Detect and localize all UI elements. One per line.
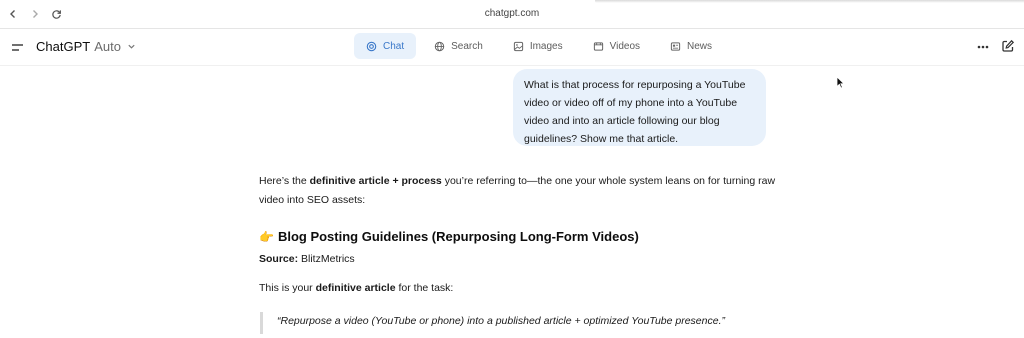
source-value: BlitzMetrics <box>301 253 355 265</box>
window-edge <box>595 0 1024 3</box>
source-line: Source: BlitzMetrics <box>259 253 355 265</box>
chevron-down-icon <box>127 44 135 49</box>
intro-bold: definitive article + process <box>309 175 442 187</box>
model-label: Auto <box>94 39 121 54</box>
new-chat-button[interactable] <box>1001 39 1015 53</box>
edit-icon <box>1002 39 1015 52</box>
video-icon <box>593 41 603 51</box>
browser-toolbar: chatgpt.com <box>0 0 1024 29</box>
globe-icon <box>434 41 445 51</box>
tab-news[interactable]: News <box>658 33 724 59</box>
tab-label: News <box>687 40 713 52</box>
chat-icon <box>366 41 377 51</box>
image-icon <box>513 41 523 51</box>
tab-label: Search <box>451 40 483 52</box>
more-options-button[interactable] <box>976 40 990 54</box>
blockquote: “Repurpose a video (YouTube or phone) in… <box>260 312 725 334</box>
tab-videos[interactable]: Videos <box>581 33 652 59</box>
tab-label: Videos <box>609 40 641 52</box>
mode-tabs: Chat Search Images Videos News <box>354 33 730 59</box>
news-icon <box>670 41 681 51</box>
para-text: This is your <box>259 282 316 294</box>
answer-paragraph: This is your definitive article for the … <box>259 282 453 294</box>
more-icon <box>977 45 989 49</box>
user-message-bubble: What is that process for repurposing a Y… <box>513 69 766 146</box>
para-text-rest: for the task: <box>395 282 454 294</box>
model-selector[interactable]: ChatGPT Auto <box>36 39 136 54</box>
pointing-hand-icon: 👉 <box>259 229 274 244</box>
tab-label: Chat <box>383 40 405 52</box>
user-message-text: What is that process for repurposing a Y… <box>524 79 746 145</box>
section-heading: 👉 Blog Posting Guidelines (Repurposing L… <box>259 229 639 244</box>
tab-chat[interactable]: Chat <box>354 33 417 59</box>
assistant-intro: Here’s the definitive article + process … <box>259 172 779 210</box>
app-title: ChatGPT <box>36 39 91 54</box>
sidebar-toggle-button[interactable] <box>11 41 25 53</box>
source-label: Source: <box>259 253 299 265</box>
app-header: ChatGPT Auto Chat Search Images Videos Ne… <box>0 29 1024 66</box>
tab-images[interactable]: Images <box>501 33 575 59</box>
intro-text: Here’s the <box>259 175 310 187</box>
quote-text: “Repurpose a video (YouTube or phone) in… <box>277 315 725 327</box>
tab-label: Images <box>529 40 563 52</box>
sidebar-icon <box>12 44 23 51</box>
heading-text: Blog Posting Guidelines (Repurposing Lon… <box>277 229 639 244</box>
mouse-cursor-icon <box>836 76 845 89</box>
url-bar[interactable]: chatgpt.com <box>0 8 1024 19</box>
para-bold: definitive article <box>315 282 396 294</box>
tab-search[interactable]: Search <box>422 33 495 59</box>
